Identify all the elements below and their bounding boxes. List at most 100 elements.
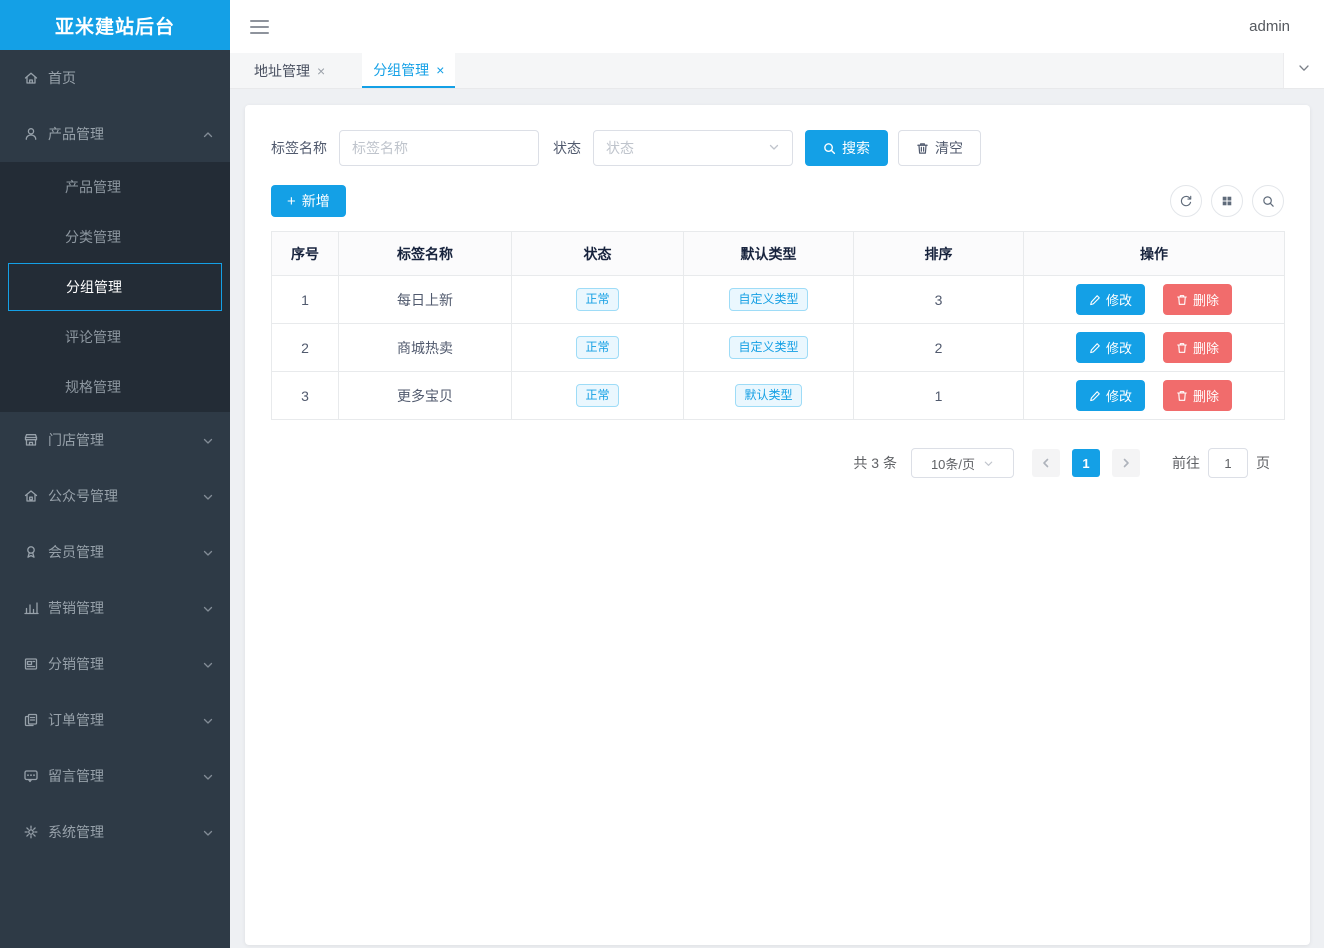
home-icon <box>23 70 39 86</box>
status-badge: 正常 <box>576 384 618 407</box>
user-icon <box>23 126 39 142</box>
sidebar-subitem-product[interactable]: 产品管理 <box>0 162 230 212</box>
sidebar-item-label: 门店管理 <box>48 430 104 450</box>
table-toolbar: + 新增 <box>245 166 1310 231</box>
trash-icon <box>1176 390 1188 402</box>
sidebar-item-label: 分销管理 <box>48 654 104 674</box>
sidebar-subitem-category[interactable]: 分类管理 <box>0 212 230 262</box>
sidebar-item-official-account-mgmt[interactable]: 公众号管理 <box>0 468 230 524</box>
gear-icon <box>23 824 39 840</box>
order-icon <box>23 712 39 728</box>
chevron-down-icon <box>202 602 214 614</box>
refresh-button[interactable] <box>1170 185 1202 217</box>
app-root: 亚米建站后台 首页 产品管理 产品管理 分类管理 分组管理 <box>0 0 1324 948</box>
chevron-right-icon <box>1120 457 1132 469</box>
col-sort: 排序 <box>854 232 1024 276</box>
tab-label: 分组管理 <box>373 60 429 80</box>
sidebar-item-home[interactable]: 首页 <box>0 50 230 106</box>
sidebar-subitem-comment[interactable]: 评论管理 <box>0 312 230 362</box>
close-icon[interactable]: × <box>436 63 444 77</box>
col-name: 标签名称 <box>339 232 512 276</box>
columns-button[interactable] <box>1211 185 1243 217</box>
trash-icon <box>916 142 929 155</box>
sidebar-item-label: 首页 <box>48 68 76 88</box>
chevron-down-icon <box>202 658 214 670</box>
page-size-select[interactable]: 10条/页 <box>911 448 1014 478</box>
sidebar-item-marketing-mgmt[interactable]: 营销管理 <box>0 580 230 636</box>
prev-page-button[interactable] <box>1032 449 1060 477</box>
table-header-row: 序号 标签名称 状态 默认类型 排序 操作 <box>272 232 1285 276</box>
sidebar-item-message-mgmt[interactable]: 留言管理 <box>0 748 230 804</box>
sidebar-item-product-mgmt[interactable]: 产品管理 <box>0 106 230 162</box>
sidebar-item-store-mgmt[interactable]: 门店管理 <box>0 412 230 468</box>
sidebar-item-order-mgmt[interactable]: 订单管理 <box>0 692 230 748</box>
tab-actions-dropdown[interactable] <box>1283 53 1324 88</box>
delete-button[interactable]: 删除 <box>1163 284 1232 315</box>
sidebar-subitem-group[interactable]: 分组管理 <box>8 263 222 311</box>
chevron-down-icon <box>202 770 214 782</box>
chevron-left-icon <box>1040 457 1052 469</box>
chevron-down-icon <box>202 714 214 726</box>
page-unit-label: 页 <box>1256 453 1270 473</box>
search-button[interactable]: 搜索 <box>805 130 888 166</box>
sidebar-item-label: 会员管理 <box>48 542 104 562</box>
hamburger-menu-icon[interactable] <box>250 16 269 38</box>
sidebar-item-member-mgmt[interactable]: 会员管理 <box>0 524 230 580</box>
table-row: 2 商城热卖 正常 自定义类型 2 修改 删除 <box>272 324 1285 372</box>
data-table: 序号 标签名称 状态 默认类型 排序 操作 1 每日上新 正常 自定义类型 3 <box>271 231 1285 420</box>
chevron-down-icon <box>202 434 214 446</box>
clear-button[interactable]: 清空 <box>898 130 981 166</box>
sidebar-item-label: 公众号管理 <box>48 486 118 506</box>
trash-icon <box>1176 294 1188 306</box>
tab-group-mgmt[interactable]: 分组管理 × <box>362 53 455 88</box>
table-row: 1 每日上新 正常 自定义类型 3 修改 删除 <box>272 276 1285 324</box>
filter-form: 标签名称 状态 状态 搜索 清空 <box>245 105 1310 166</box>
user-menu[interactable]: admin <box>1249 18 1290 35</box>
pagination: 共 3 条 10条/页 1 前往 页 <box>245 420 1310 478</box>
edit-button[interactable]: 修改 <box>1076 332 1145 363</box>
delete-button[interactable]: 删除 <box>1163 380 1232 411</box>
tab-address-mgmt[interactable]: 地址管理 × <box>243 53 336 88</box>
chevron-up-icon <box>202 128 214 140</box>
sidebar-item-label: 营销管理 <box>48 598 104 618</box>
sidebar: 亚米建站后台 首页 产品管理 产品管理 分类管理 分组管理 <box>0 0 230 948</box>
goto-page-input[interactable] <box>1208 448 1248 478</box>
refresh-icon <box>1179 194 1193 208</box>
search-toggle-button[interactable] <box>1252 185 1284 217</box>
sidebar-item-label: 留言管理 <box>48 766 104 786</box>
message-icon <box>23 768 39 784</box>
page-number-button[interactable]: 1 <box>1072 449 1100 477</box>
chevron-down-icon <box>983 458 994 469</box>
tab-label: 地址管理 <box>254 61 310 81</box>
col-actions: 操作 <box>1024 232 1285 276</box>
sidebar-subitem-spec[interactable]: 规格管理 <box>0 362 230 412</box>
next-page-button[interactable] <box>1112 449 1140 477</box>
delete-button[interactable]: 删除 <box>1163 332 1232 363</box>
chevron-down-icon <box>1297 61 1311 80</box>
status-select-placeholder: 状态 <box>606 138 634 158</box>
type-badge: 默认类型 <box>735 384 801 407</box>
search-icon <box>823 142 836 155</box>
close-icon[interactable]: × <box>317 64 325 78</box>
col-type: 默认类型 <box>684 232 854 276</box>
card-icon <box>23 656 39 672</box>
chevron-down-icon <box>202 490 214 502</box>
pencil-icon <box>1089 294 1101 306</box>
shop-icon <box>23 432 39 448</box>
status-filter-label: 状态 <box>553 138 581 158</box>
chart-icon <box>23 600 39 616</box>
chevron-down-icon <box>202 546 214 558</box>
edit-button[interactable]: 修改 <box>1076 284 1145 315</box>
sidebar-submenu-products: 产品管理 分类管理 分组管理 评论管理 规格管理 <box>0 162 230 412</box>
edit-button[interactable]: 修改 <box>1076 380 1145 411</box>
name-filter-input[interactable] <box>339 130 539 166</box>
app-logo: 亚米建站后台 <box>0 0 230 50</box>
type-badge: 自定义类型 <box>729 288 807 311</box>
magnifier-icon <box>1262 195 1275 208</box>
sidebar-item-system-mgmt[interactable]: 系统管理 <box>0 804 230 860</box>
sidebar-item-distribution-mgmt[interactable]: 分销管理 <box>0 636 230 692</box>
chevron-down-icon <box>768 140 780 156</box>
status-badge: 正常 <box>576 288 618 311</box>
status-filter-select[interactable]: 状态 <box>593 130 793 166</box>
add-button[interactable]: + 新增 <box>271 185 346 217</box>
